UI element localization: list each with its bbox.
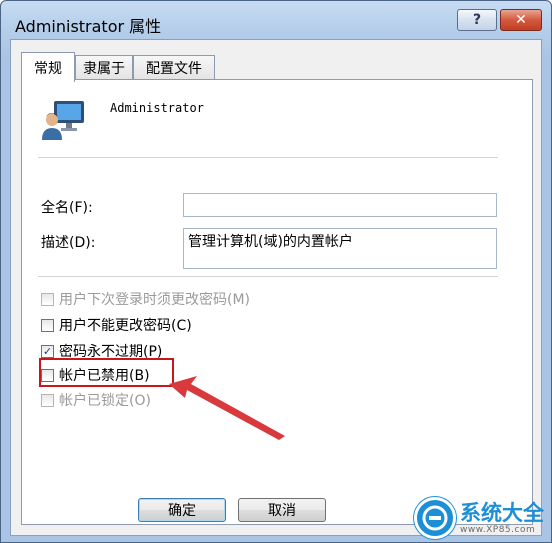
window-title: Administrator 属性: [15, 17, 162, 36]
account-name: Administrator: [110, 101, 204, 115]
option-label: 帐户已锁定(O): [59, 393, 151, 409]
tab-profile[interactable]: 配置文件: [133, 55, 215, 80]
tab-label: 常规: [34, 60, 62, 77]
title-bar[interactable]: Administrator 属性 ? ✕: [1, 1, 551, 41]
divider: [38, 276, 498, 277]
fullname-input[interactable]: [183, 193, 497, 217]
fullname-label: 全名(F):: [41, 200, 93, 216]
option-cannot-change-password[interactable]: 用户不能更改密码(C): [41, 315, 192, 335]
checkbox: [41, 393, 54, 407]
close-button[interactable]: ✕: [500, 9, 542, 31]
help-icon: ?: [472, 12, 482, 28]
watermark-sub: www.XP85.com: [460, 525, 536, 535]
watermark-main: 系统大全: [460, 501, 544, 525]
properties-window: Administrator 属性 ? ✕ 常规 隶属于 配置文件 Adminis…: [0, 0, 552, 543]
checkbox[interactable]: [41, 318, 54, 332]
dialog-client-area: 常规 隶属于 配置文件 Administrator 全名(F): 描述(D): …: [10, 39, 542, 536]
general-tab-panel: Administrator 全名(F): 描述(D): 管理计算机(域)的内置帐…: [21, 79, 533, 525]
brand-icon: [422, 505, 448, 531]
highlight-annotation: [39, 358, 174, 387]
option-label: 用户不能更改密码(C): [59, 318, 192, 334]
option-must-change-password: 用户下次登录时须更改密码(M): [41, 289, 250, 309]
description-label: 描述(D):: [41, 235, 96, 251]
help-button[interactable]: ?: [457, 9, 497, 31]
arrow-annotation-icon: [169, 376, 285, 440]
option-label: 用户下次登录时须更改密码(M): [59, 292, 251, 308]
checkbox-checked[interactable]: ✓: [41, 344, 54, 358]
tab-member-of[interactable]: 隶属于: [75, 55, 133, 80]
ok-button[interactable]: 确定: [138, 498, 226, 522]
description-input[interactable]: 管理计算机(域)的内置帐户: [183, 228, 497, 269]
tab-label: 配置文件: [146, 61, 202, 77]
user-monitor-icon: [42, 101, 84, 140]
checkbox: [41, 292, 54, 306]
watermark: 系统大全 www.XP85.com: [414, 493, 552, 543]
tab-general[interactable]: 常规: [21, 52, 75, 82]
tab-label: 隶属于: [83, 61, 125, 77]
watermark-logo-icon: [414, 497, 456, 539]
close-icon: ✕: [515, 12, 527, 28]
divider: [38, 157, 498, 158]
option-account-locked: 帐户已锁定(O): [41, 390, 151, 410]
watermark-text: 系统大全 www.XP85.com: [460, 501, 544, 535]
cancel-button[interactable]: 取消: [238, 498, 326, 522]
